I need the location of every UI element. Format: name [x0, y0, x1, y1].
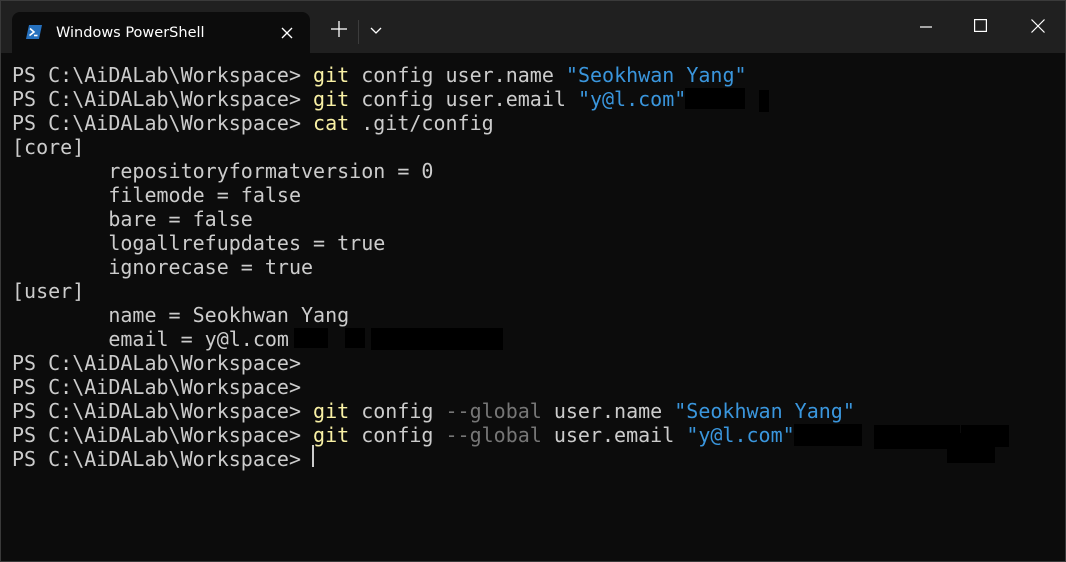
- output-text: email = y@l.com: [12, 327, 289, 351]
- close-icon[interactable]: [1031, 19, 1045, 33]
- redacted-block: [685, 88, 745, 109]
- output-text: config: [349, 423, 446, 447]
- prompt-text: PS C:\AiDALab\Workspace>: [12, 375, 301, 399]
- plus-icon[interactable]: [330, 20, 348, 38]
- prompt-text: PS C:\AiDALab\Workspace>: [12, 423, 314, 447]
- output-text: [user]: [12, 279, 85, 303]
- tab-divider: [358, 20, 359, 44]
- command-text: git: [313, 423, 350, 447]
- close-icon[interactable]: [277, 23, 297, 43]
- output-text: config user.name: [349, 63, 566, 87]
- text-cursor: [312, 445, 314, 467]
- command-text: git: [313, 63, 350, 87]
- output-text: logallrefupdates = true: [12, 231, 386, 255]
- output-text: bare = false: [12, 207, 253, 231]
- terminal-line: PS C:\AiDALab\Workspace> cat .git/config: [12, 111, 855, 135]
- terminal-lines: PS C:\AiDALab\Workspace> git config user…: [12, 63, 855, 471]
- redacted-block: [759, 90, 769, 112]
- terminal-line: PS C:\AiDALab\Workspace> git config --gl…: [12, 399, 855, 423]
- output-text: repositoryformatversion = 0: [12, 159, 434, 183]
- maximize-icon[interactable]: [974, 19, 987, 32]
- prompt-text: PS C:\AiDALab\Workspace>: [12, 399, 314, 423]
- terminal-line: filemode = false: [12, 183, 855, 207]
- redacted-block: [345, 328, 365, 348]
- terminal-line: [user]: [12, 279, 855, 303]
- output-text: user.name: [541, 399, 675, 423]
- terminal-line: PS C:\AiDALab\Workspace>: [12, 447, 855, 471]
- redacted-block: [794, 424, 862, 446]
- output-text: name = Seokhwan Yang: [12, 303, 350, 327]
- output-text: config user.email: [349, 87, 578, 111]
- command-text: git: [313, 87, 350, 111]
- prompt-text: PS C:\AiDALab\Workspace>: [12, 447, 314, 471]
- terminal-line: [core]: [12, 135, 855, 159]
- tab-title: Windows PowerShell: [56, 25, 205, 41]
- terminal-line: logallrefupdates = true: [12, 231, 855, 255]
- terminal-line: PS C:\AiDALab\Workspace> git config --gl…: [12, 423, 855, 447]
- output-text: ignorecase = true: [12, 255, 314, 279]
- command-text: git: [313, 399, 350, 423]
- terminal-line: PS C:\AiDALab\Workspace> git config user…: [12, 63, 855, 87]
- string-text: "y@l.com": [577, 87, 687, 111]
- terminal-line: PS C:\AiDALab\Workspace>: [12, 375, 855, 399]
- terminal-line: ignorecase = true: [12, 255, 855, 279]
- string-text: "Seokhwan Yang": [565, 63, 747, 87]
- parameter-text: --global: [445, 423, 542, 447]
- chevron-down-icon[interactable]: [370, 25, 382, 35]
- parameter-text: --global: [445, 399, 542, 423]
- prompt-text: PS C:\AiDALab\Workspace>: [12, 63, 314, 87]
- string-text: "y@l.com": [686, 423, 795, 447]
- tab-windows-powershell[interactable]: Windows PowerShell: [12, 12, 310, 53]
- minimize-icon[interactable]: [920, 26, 932, 28]
- redacted-block: [961, 425, 1009, 447]
- title-bar[interactable]: Windows PowerShell: [1, 1, 1065, 53]
- terminal-output[interactable]: PS C:\AiDALab\Workspace> git config user…: [1, 53, 1065, 561]
- output-text: .git/config: [349, 111, 494, 135]
- output-text: config: [349, 399, 446, 423]
- string-text: "Seokhwan Yang": [674, 399, 855, 423]
- prompt-text: PS C:\AiDALab\Workspace>: [12, 111, 314, 135]
- redacted-block: [371, 328, 503, 350]
- powershell-icon: [26, 25, 42, 39]
- output-text: filemode = false: [12, 183, 301, 207]
- prompt-text: PS C:\AiDALab\Workspace>: [12, 351, 301, 375]
- output-text: [core]: [12, 135, 85, 159]
- terminal-line: repositoryformatversion = 0: [12, 159, 855, 183]
- terminal-window: Windows PowerShell PS C:\AiDALab\Workspa…: [0, 0, 1066, 562]
- terminal-line: bare = false: [12, 207, 855, 231]
- prompt-text: PS C:\AiDALab\Workspace>: [12, 87, 314, 111]
- command-text: cat: [313, 111, 350, 135]
- output-text: user.email: [541, 423, 687, 447]
- redacted-block: [294, 328, 328, 348]
- terminal-line: PS C:\AiDALab\Workspace>: [12, 351, 855, 375]
- terminal-line: name = Seokhwan Yang: [12, 303, 855, 327]
